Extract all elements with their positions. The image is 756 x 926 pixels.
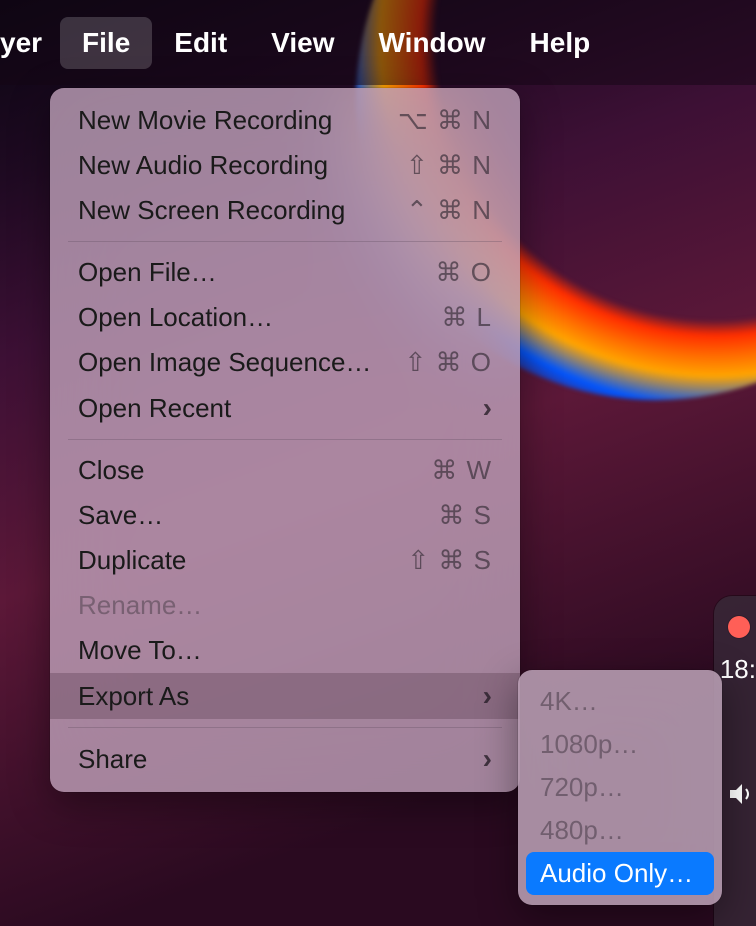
menu-shortcut: ⇧ ⌘ O — [405, 347, 492, 378]
menu-new-movie-recording[interactable]: New Movie Recording ⌥ ⌘ N — [50, 98, 520, 143]
menu-shortcut: ⇧ ⌘ N — [406, 150, 492, 181]
menu-label: Rename… — [78, 590, 202, 621]
menu-label: Move To… — [78, 635, 202, 666]
menubar-help[interactable]: Help — [508, 17, 613, 69]
file-menu-dropdown: New Movie Recording ⌥ ⌘ N New Audio Reco… — [50, 88, 520, 792]
menubar-file[interactable]: File — [60, 17, 152, 69]
menu-separator — [68, 241, 502, 242]
submenu-audio-only[interactable]: Audio Only… — [526, 852, 714, 895]
menu-separator — [68, 727, 502, 728]
menu-label: Close — [78, 455, 144, 486]
menu-label: Share — [78, 744, 147, 775]
export-as-submenu: 4K… 1080p… 720p… 480p… Audio Only… — [518, 670, 722, 905]
submenu-720p: 720p… — [526, 766, 714, 809]
menu-label: Open File… — [78, 257, 217, 288]
menu-label: Open Location… — [78, 302, 273, 333]
submenu-480p: 480p… — [526, 809, 714, 852]
menu-label: Save… — [78, 500, 163, 531]
menu-share[interactable]: Share › — [50, 736, 520, 782]
menu-new-screen-recording[interactable]: New Screen Recording ⌃ ⌘ N — [50, 188, 520, 233]
menu-label: Export As — [78, 681, 189, 712]
submenu-1080p: 1080p… — [526, 723, 714, 766]
menu-save[interactable]: Save… ⌘ S — [50, 493, 520, 538]
submenu-4k: 4K… — [526, 680, 714, 723]
menu-label: New Screen Recording — [78, 195, 345, 226]
menu-label: Open Recent — [78, 393, 231, 424]
menu-separator — [68, 439, 502, 440]
chevron-right-icon: › — [483, 743, 492, 775]
speaker-icon[interactable] — [728, 782, 756, 811]
menu-label: New Audio Recording — [78, 150, 328, 181]
menu-shortcut: ⌘ O — [436, 257, 492, 288]
menu-new-audio-recording[interactable]: New Audio Recording ⇧ ⌘ N — [50, 143, 520, 188]
menu-duplicate[interactable]: Duplicate ⇧ ⌘ S — [50, 538, 520, 583]
menu-label: Duplicate — [78, 545, 186, 576]
menu-shortcut: ⌘ L — [441, 302, 492, 333]
menu-label: Open Image Sequence… — [78, 347, 371, 378]
menu-open-recent[interactable]: Open Recent › — [50, 385, 520, 431]
menu-shortcut: ⌘ S — [438, 500, 492, 531]
menu-close[interactable]: Close ⌘ W — [50, 448, 520, 493]
menu-open-file[interactable]: Open File… ⌘ O — [50, 250, 520, 295]
chevron-right-icon: › — [483, 680, 492, 712]
menu-export-as[interactable]: Export As › — [50, 673, 520, 719]
menu-label: New Movie Recording — [78, 105, 332, 136]
menubar-edit[interactable]: Edit — [152, 17, 249, 69]
close-traffic-light-icon[interactable] — [728, 616, 750, 638]
menubar-view[interactable]: View — [249, 17, 356, 69]
menu-shortcut: ⌃ ⌘ N — [406, 195, 492, 226]
menu-move-to[interactable]: Move To… — [50, 628, 520, 673]
menu-open-location[interactable]: Open Location… ⌘ L — [50, 295, 520, 340]
menu-rename: Rename… — [50, 583, 520, 628]
time-display: 18: — [720, 654, 756, 685]
menu-shortcut: ⌥ ⌘ N — [398, 105, 492, 136]
menu-open-image-sequence[interactable]: Open Image Sequence… ⇧ ⌘ O — [50, 340, 520, 385]
menu-shortcut: ⌘ W — [431, 455, 492, 486]
menubar-app-name[interactable]: yer — [0, 17, 60, 69]
chevron-right-icon: › — [483, 392, 492, 424]
menu-shortcut: ⇧ ⌘ S — [407, 545, 492, 576]
menubar: yer File Edit View Window Help — [0, 0, 756, 85]
menubar-window[interactable]: Window — [356, 17, 507, 69]
